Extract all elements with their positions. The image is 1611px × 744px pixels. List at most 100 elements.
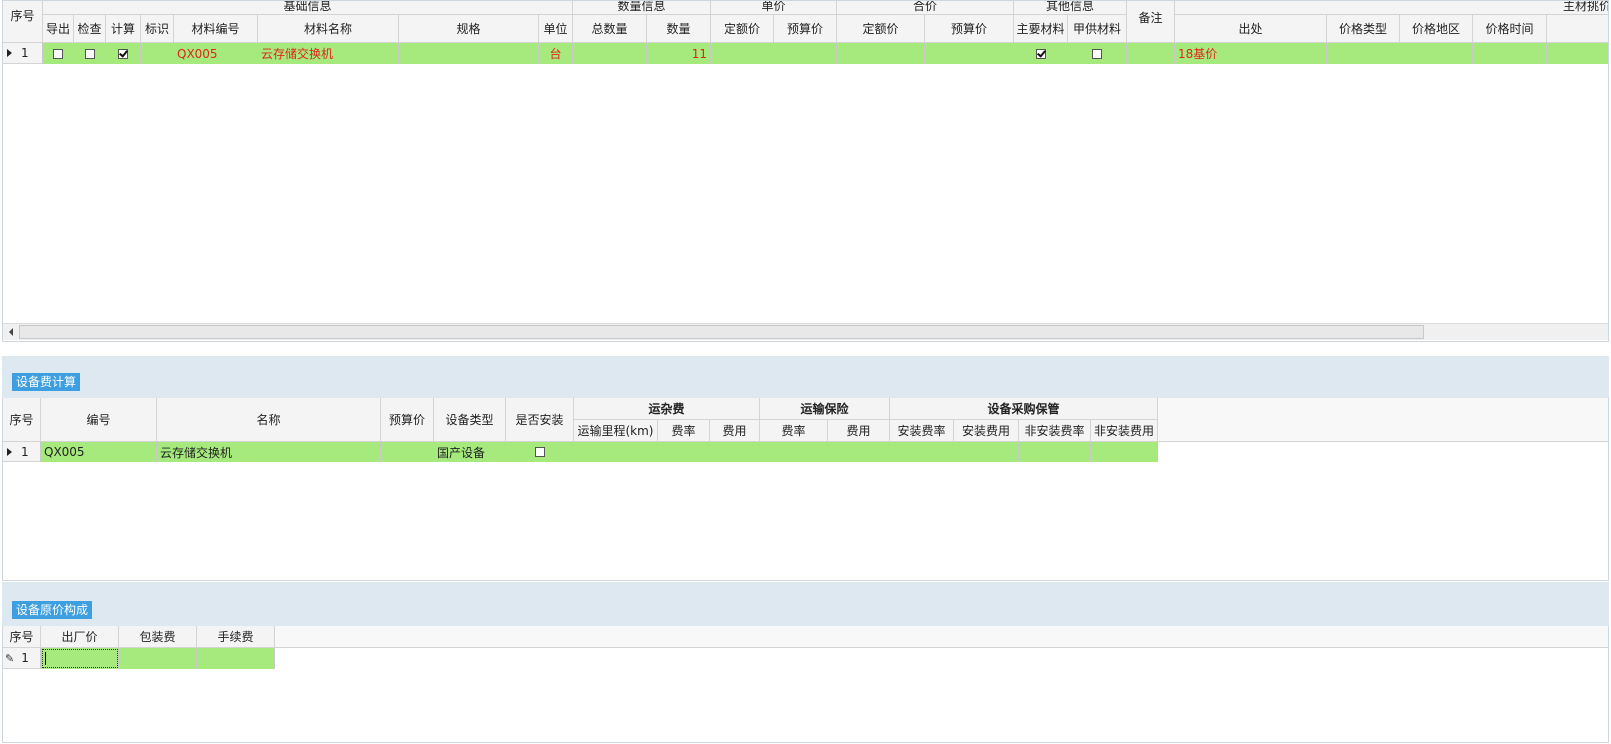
- group-header-other: 其他信息: [1014, 1, 1127, 15]
- group-header-quantity: 数量信息: [573, 1, 711, 15]
- check-checkbox[interactable]: [84, 48, 95, 59]
- eq-cell-mileage[interactable]: [574, 442, 658, 462]
- cell-spec[interactable]: [399, 43, 539, 64]
- eq-cell-inst-rate[interactable]: [890, 442, 954, 462]
- eq-col-code[interactable]: 编号: [41, 398, 157, 442]
- col-total-qty[interactable]: 总数量: [573, 15, 647, 43]
- col-seq[interactable]: 序号: [3, 1, 43, 43]
- op-cell-handling-fee[interactable]: [197, 648, 275, 669]
- cell-quota-total[interactable]: [837, 43, 925, 64]
- cell-material-code[interactable]: QX005: [174, 43, 258, 64]
- eq-col-seq[interactable]: 序号: [3, 398, 41, 442]
- eq-cell-freight-cost[interactable]: [710, 442, 760, 462]
- group-header-basic: 基础信息: [43, 1, 573, 15]
- cell-price-type[interactable]: [1327, 43, 1400, 64]
- cell-price-region[interactable]: [1400, 43, 1473, 64]
- main-material-checkbox[interactable]: [1035, 48, 1046, 59]
- col-quota-total[interactable]: 定额价: [837, 15, 925, 43]
- col-calc[interactable]: 计算: [106, 15, 141, 43]
- cell-main-material[interactable]: [1014, 43, 1068, 64]
- cell-mark[interactable]: [141, 43, 174, 64]
- eq-cell-inst-cost[interactable]: [954, 442, 1019, 462]
- eq-cell-ins-cost[interactable]: [828, 442, 890, 462]
- col-material-name[interactable]: 材料名称: [258, 15, 399, 43]
- cell-budget-price[interactable]: [774, 43, 837, 64]
- op-col-packing-fee[interactable]: 包装费: [119, 626, 197, 648]
- cell-price-time[interactable]: [1473, 43, 1547, 64]
- calc-checkbox[interactable]: [118, 48, 128, 59]
- op-col-factory-price[interactable]: 出厂价: [41, 626, 119, 648]
- cell-budget-total[interactable]: [925, 43, 1014, 64]
- col-price-type[interactable]: 价格类型: [1327, 15, 1400, 43]
- op-cell-factory-price[interactable]: [41, 648, 119, 669]
- cell-material-name[interactable]: 云存储交换机: [258, 43, 399, 64]
- col-remark[interactable]: 备注: [1127, 1, 1175, 43]
- scroll-left-button[interactable]: [4, 325, 18, 339]
- op-cell-packing-fee[interactable]: [119, 648, 197, 669]
- cell-source[interactable]: 18基价: [1175, 43, 1327, 64]
- equipment-fee-title[interactable]: 设备费计算: [12, 373, 81, 391]
- col-mark[interactable]: 标识: [141, 15, 174, 43]
- eq-col-filler: [1158, 398, 1608, 442]
- col-quota-price[interactable]: 定额价: [711, 15, 774, 43]
- eq-col-ins-rate[interactable]: 费率: [760, 420, 828, 442]
- export-checkbox[interactable]: [53, 48, 63, 59]
- eq-cell-code[interactable]: QX005: [41, 442, 157, 462]
- cell-total-qty[interactable]: [573, 43, 647, 64]
- cell-export[interactable]: [43, 43, 74, 64]
- cell-qty[interactable]: 11: [647, 43, 711, 64]
- op-col-handling-fee[interactable]: 手续费: [197, 626, 275, 648]
- op-row-header[interactable]: ✎ 1: [3, 648, 41, 669]
- row-seq: 1: [21, 46, 29, 60]
- col-main-material[interactable]: 主要材料: [1014, 15, 1068, 43]
- eq-col-inst-cost[interactable]: 安装费用: [954, 420, 1019, 442]
- original-price-grid: 序号 出厂价 包装费 手续费 ✎ 1: [2, 626, 1609, 743]
- eq-col-name[interactable]: 名称: [157, 398, 381, 442]
- cell-quota-price[interactable]: [711, 43, 774, 64]
- eq-cell-noninst-cost[interactable]: [1091, 442, 1158, 462]
- eq-col-installed[interactable]: 是否安装: [506, 398, 574, 442]
- col-price-region[interactable]: 价格地区: [1400, 15, 1473, 43]
- eq-col-equip-type[interactable]: 设备类型: [434, 398, 506, 442]
- col-export[interactable]: 导出: [43, 15, 74, 43]
- col-spec[interactable]: 规格: [399, 15, 539, 43]
- cell-calc[interactable]: [106, 43, 141, 64]
- eq-col-mileage[interactable]: 运输里程(km): [574, 420, 658, 442]
- cell-unit[interactable]: 台: [539, 43, 573, 64]
- col-material-code[interactable]: 材料编号: [174, 15, 258, 43]
- col-supplied-material[interactable]: 甲供材料: [1068, 15, 1127, 43]
- eq-col-budget-price[interactable]: 预算价: [381, 398, 434, 442]
- col-check[interactable]: 检查: [74, 15, 106, 43]
- scroll-thumb[interactable]: [19, 325, 1424, 339]
- col-qty[interactable]: 数量: [647, 15, 711, 43]
- col-unit[interactable]: 单位: [539, 15, 573, 43]
- supplied-material-checkbox[interactable]: [1092, 48, 1102, 59]
- eq-cell-equip-type[interactable]: 国产设备: [434, 442, 506, 462]
- eq-cell-freight-rate[interactable]: [658, 442, 710, 462]
- original-price-title[interactable]: 设备原价构成: [12, 601, 93, 619]
- eq-row-header[interactable]: 1: [3, 442, 41, 462]
- eq-col-inst-rate[interactable]: 安装费率: [890, 420, 954, 442]
- eq-cell-budget-price[interactable]: [381, 442, 434, 462]
- eq-cell-ins-rate[interactable]: [760, 442, 828, 462]
- eq-col-noninst-cost[interactable]: 非安装费用: [1091, 420, 1158, 442]
- eq-cell-installed[interactable]: [506, 442, 574, 462]
- eq-cell-name[interactable]: 云存储交换机: [157, 442, 381, 462]
- col-source[interactable]: 出处: [1175, 15, 1327, 43]
- cell-check[interactable]: [74, 43, 106, 64]
- eq-col-freight-cost[interactable]: 费用: [710, 420, 760, 442]
- horizontal-scrollbar[interactable]: [3, 323, 1608, 340]
- col-price-time[interactable]: 价格时间: [1473, 15, 1547, 43]
- col-budget-total[interactable]: 预算价: [925, 15, 1014, 43]
- group-header-main-pricing: 主材挑价: [1175, 1, 1608, 15]
- cell-supplied-material[interactable]: [1068, 43, 1127, 64]
- col-budget-price[interactable]: 预算价: [774, 15, 837, 43]
- eq-col-noninst-rate[interactable]: 非安装费率: [1019, 420, 1091, 442]
- eq-cell-noninst-rate[interactable]: [1019, 442, 1091, 462]
- eq-col-ins-cost[interactable]: 费用: [828, 420, 890, 442]
- eq-col-freight-rate[interactable]: 费率: [658, 420, 710, 442]
- installed-checkbox[interactable]: [534, 447, 545, 457]
- cell-remark[interactable]: [1127, 43, 1175, 64]
- row-header[interactable]: 1: [3, 43, 43, 64]
- op-col-seq[interactable]: 序号: [3, 626, 41, 648]
